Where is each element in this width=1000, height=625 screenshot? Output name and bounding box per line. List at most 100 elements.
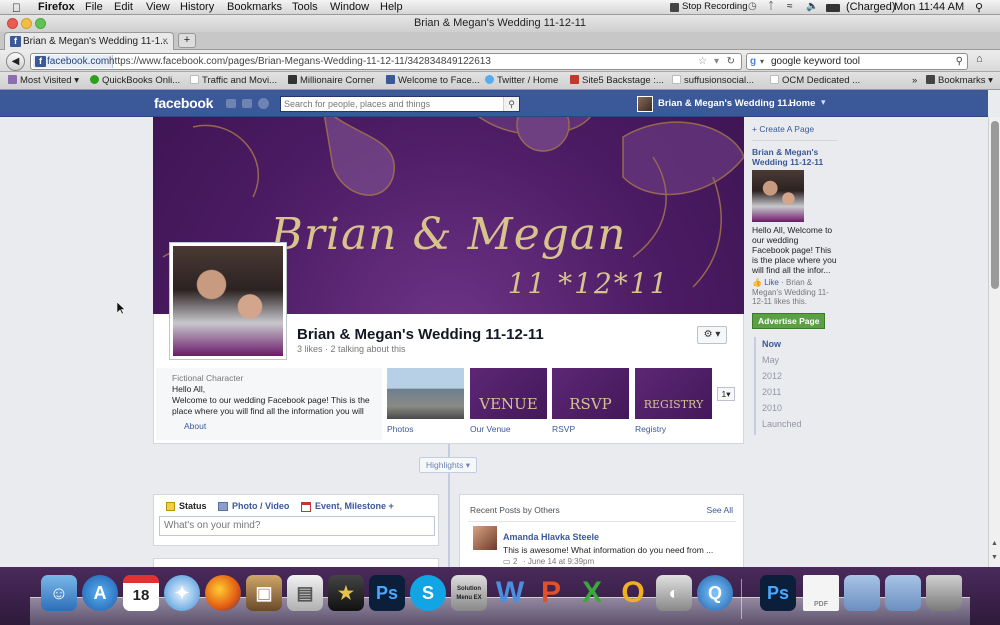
page-settings-gear-icon[interactable]: ⚙ ▾ xyxy=(697,326,727,344)
comment-count[interactable]: 2 xyxy=(513,557,517,566)
facebook-search-input[interactable]: Search for people, places and things ⚲ xyxy=(280,96,520,112)
bookmark-traffic[interactable]: Traffic and Movi... xyxy=(190,72,277,89)
notifications-icon[interactable] xyxy=(258,98,269,109)
engine-dropdown-icon[interactable]: ▾ xyxy=(760,54,764,69)
photos-app-thumbnail[interactable] xyxy=(387,368,464,419)
documents-folder-icon[interactable] xyxy=(885,575,921,611)
page-stats[interactable]: 3 likes · 2 talking about this xyxy=(297,344,406,354)
page-scrollbar[interactable]: ▲ ▼ xyxy=(988,117,1000,567)
scrollbar-thumb[interactable] xyxy=(991,121,999,289)
timeline-now[interactable]: Now xyxy=(762,339,781,349)
rsvp-app-label[interactable]: RSVP xyxy=(552,424,575,434)
rsvp-app-thumbnail[interactable]: RSVP xyxy=(552,368,629,419)
composer-tab-photo[interactable]: Photo / Video xyxy=(232,501,289,511)
bluetooth-icon[interactable]: ᛏ xyxy=(768,1,774,12)
menu-view[interactable]: View xyxy=(146,1,170,13)
close-tab-icon[interactable]: × xyxy=(162,33,168,50)
timeline-may[interactable]: May xyxy=(762,355,779,365)
composer-input[interactable]: What's on your mind? xyxy=(159,516,435,536)
url-bar[interactable]: f facebook.com https://www.facebook.com/… xyxy=(30,53,742,70)
tab-wedding-page[interactable]: f Brian & Megan's Wedding 11-1... × xyxy=(4,32,174,50)
spotlight-icon[interactable]: ⚲ xyxy=(975,1,983,14)
menu-window[interactable]: Window xyxy=(330,1,369,13)
scroll-down-icon[interactable]: ▼ xyxy=(991,554,998,561)
app-store-icon[interactable]: A xyxy=(82,575,118,611)
bookmarks-menu-button[interactable]: Bookmarks ▾ xyxy=(926,72,993,89)
pdf-document-icon[interactable]: PDF xyxy=(803,575,839,611)
powerpoint-icon[interactable]: P xyxy=(533,575,569,611)
trash-icon[interactable] xyxy=(926,575,962,611)
quicktime-icon[interactable]: Q xyxy=(697,575,733,611)
venue-app-label[interactable]: Our Venue xyxy=(470,424,511,434)
word-icon[interactable]: W xyxy=(492,575,528,611)
profile-name-link[interactable]: Brian & Megan's Wedding 11... xyxy=(658,98,795,109)
search-icon[interactable]: ⚲ xyxy=(503,97,519,111)
bookmark-facebook[interactable]: Welcome to Face... xyxy=(386,72,480,89)
advertise-page-button[interactable]: Advertise Page xyxy=(752,312,826,329)
timeline-2010[interactable]: 2010 xyxy=(762,403,782,413)
menu-bookmarks[interactable]: Bookmarks xyxy=(227,1,282,13)
bookmarks-overflow-icon[interactable]: » xyxy=(912,72,917,89)
registry-app-label[interactable]: Registry xyxy=(635,424,666,434)
post-time[interactable]: · June 14 at 9:39pm xyxy=(523,557,594,566)
author-avatar[interactable] xyxy=(473,526,497,550)
messages-icon[interactable] xyxy=(242,99,252,108)
home-link[interactable]: Home xyxy=(789,98,815,109)
bookmark-twitter[interactable]: Twitter / Home xyxy=(485,72,558,89)
profile-picture[interactable] xyxy=(169,242,287,360)
finder-icon[interactable]: ☺ xyxy=(41,575,77,611)
photoshop-document-icon[interactable]: Ps xyxy=(760,575,796,611)
time-machine-icon[interactable]: ◷ xyxy=(748,1,757,12)
post-author[interactable]: Amanda Hlavka Steele xyxy=(503,532,599,542)
home-icon[interactable]: ⌂ xyxy=(976,53,983,65)
bookmark-suffusion[interactable]: suffusionsocial... xyxy=(672,72,754,89)
new-tab-button[interactable]: + xyxy=(178,33,196,48)
scroll-up-icon[interactable]: ▲ xyxy=(991,540,998,547)
applications-folder-icon[interactable] xyxy=(844,575,880,611)
menu-help[interactable]: Help xyxy=(380,1,403,13)
back-button-icon[interactable]: ◀ xyxy=(6,52,25,71)
zoom-window-icon[interactable] xyxy=(35,18,46,29)
timeline-launched[interactable]: Launched xyxy=(762,419,802,429)
preview-icon[interactable]: ◐ xyxy=(656,575,692,611)
profile-avatar[interactable] xyxy=(637,96,653,112)
stop-recording-icon[interactable] xyxy=(670,3,679,12)
imovie-icon[interactable]: ★ xyxy=(328,575,364,611)
bookmark-site5[interactable]: Site5 Backstage :... xyxy=(570,72,664,89)
venue-app-thumbnail[interactable]: VENUE xyxy=(470,368,547,419)
close-window-icon[interactable] xyxy=(7,18,18,29)
menu-file[interactable]: File xyxy=(85,1,103,13)
see-all-link[interactable]: See All xyxy=(707,505,733,515)
facebook-logo[interactable]: facebook xyxy=(154,95,213,111)
wifi-icon[interactable]: ≈ xyxy=(787,1,793,12)
search-icon[interactable]: ⚲ xyxy=(956,54,963,69)
composer-tab-status[interactable]: Status xyxy=(179,501,207,511)
timeline-2012[interactable]: 2012 xyxy=(762,371,782,381)
menu-edit[interactable]: Edit xyxy=(114,1,133,13)
menu-tools[interactable]: Tools xyxy=(292,1,318,13)
photoshop-icon[interactable]: Ps xyxy=(369,575,405,611)
reload-icon[interactable]: ↻ xyxy=(727,54,735,69)
google-engine-icon[interactable]: g xyxy=(750,54,756,69)
history-dropdown-icon[interactable]: ▾ xyxy=(714,54,719,69)
sidebar-page-title[interactable]: Brian & Megan's Wedding 11-12-11 xyxy=(752,147,837,167)
bookmark-ocm[interactable]: OCM Dedicated ... xyxy=(770,72,860,89)
apps-more-button[interactable]: 1▾ xyxy=(717,387,735,401)
like-link[interactable]: 👍 Like xyxy=(752,278,779,287)
about-link[interactable]: About xyxy=(184,421,206,431)
volume-icon[interactable]: 🔈 xyxy=(806,1,818,12)
account-dropdown-icon[interactable]: ▾ xyxy=(821,97,826,108)
excel-icon[interactable]: X xyxy=(574,575,610,611)
iphoto-icon[interactable]: ▣ xyxy=(246,575,282,611)
bookmark-star-icon[interactable]: ☆ xyxy=(698,54,707,69)
calendar-icon[interactable]: 18 xyxy=(123,575,159,611)
create-page-link[interactable]: + Create A Page xyxy=(752,124,837,134)
site-identity-badge[interactable]: f facebook.com xyxy=(33,55,114,68)
firefox-icon[interactable] xyxy=(205,575,241,611)
bookmark-quickbooks[interactable]: QuickBooks Onli... xyxy=(90,72,180,89)
bookmark-millionaire[interactable]: Millionaire Corner xyxy=(288,72,374,89)
minimize-window-icon[interactable] xyxy=(21,18,32,29)
clock[interactable]: Mon 11:44 AM xyxy=(894,1,964,13)
safari-icon[interactable]: ✦ xyxy=(164,575,200,611)
solution-menu-icon[interactable]: Solution Menu EX xyxy=(451,575,487,611)
